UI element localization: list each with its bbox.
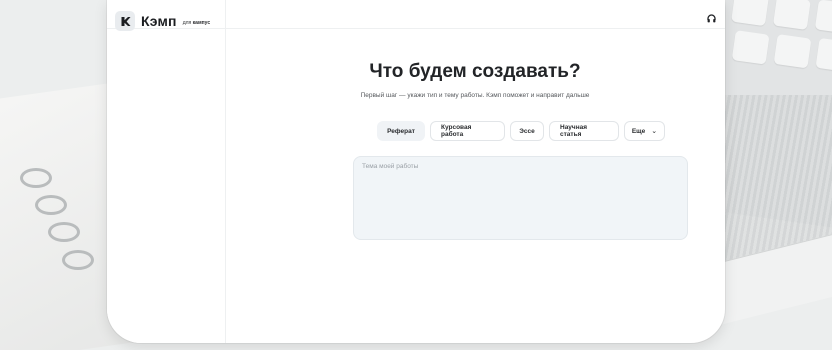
background-key [731, 30, 770, 65]
background-key [814, 0, 832, 34]
work-type-essay-report-chip[interactable]: Реферат [377, 121, 425, 141]
topic-input-box [353, 156, 688, 240]
more-work-types-button[interactable]: Еще ⌄ [624, 121, 665, 141]
background-key [773, 34, 812, 69]
logo-title: Кэмп [141, 13, 177, 29]
headphones-icon[interactable] [707, 10, 716, 23]
page-subtitle: Первый шаг — укажи тип и тему работы. Кэ… [360, 92, 590, 99]
background-binder-ring [20, 168, 52, 188]
background-key [731, 0, 769, 27]
background-key [772, 0, 811, 31]
background-key [815, 37, 832, 73]
background-binder-ring [48, 222, 80, 242]
topic-input[interactable] [362, 163, 679, 233]
background-binder-ring [35, 195, 67, 215]
page-title: Что будем создавать? [369, 61, 581, 82]
sidebar [107, 0, 226, 343]
work-type-coursework-chip[interactable]: Курсовая работа [430, 121, 505, 141]
work-type-selector: Реферат Курсовая работа Эссе Научная ста… [377, 121, 665, 141]
logo-subtitle: для кампус [183, 20, 210, 26]
background-binder-ring [62, 250, 94, 270]
app-window: Кэмп для кампус Что будем создавать? Пер… [107, 0, 725, 343]
chevron-down-icon: ⌄ [651, 128, 658, 135]
k-logo-icon [115, 11, 135, 31]
work-type-essay-chip[interactable]: Эссе [510, 121, 544, 141]
logo-subtitle-brand: кампус [192, 20, 211, 26]
work-type-scientific-article-chip[interactable]: Научная статья [549, 121, 619, 141]
logo-subtitle-prefix: для [182, 20, 192, 26]
logo[interactable]: Кэмп для кампус [115, 11, 210, 31]
more-work-types-label: Еще [631, 127, 646, 135]
